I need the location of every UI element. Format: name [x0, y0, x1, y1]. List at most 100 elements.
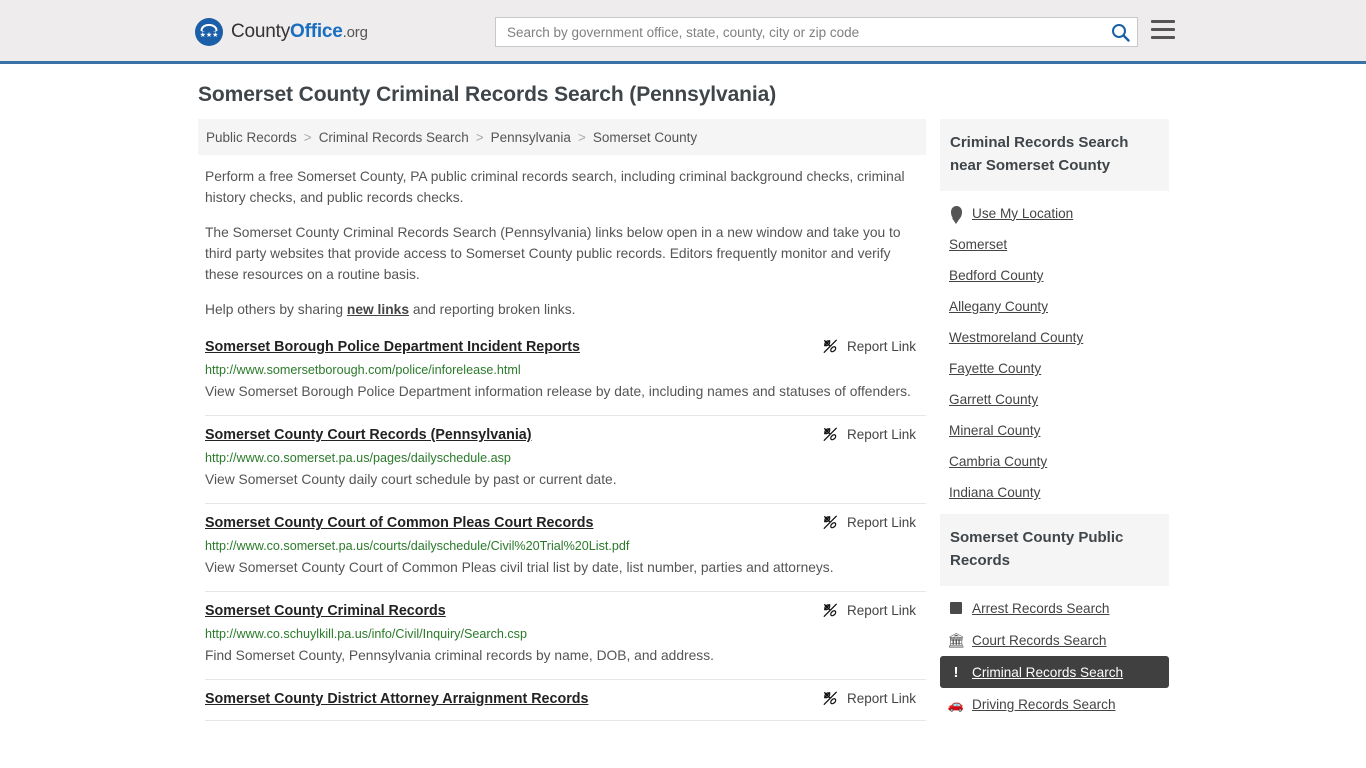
search-input[interactable]: [505, 19, 1103, 45]
logo-stars: ★★★: [199, 32, 219, 39]
result-header: Somerset Borough Police Department Incid…: [205, 338, 926, 356]
result-item: Somerset Borough Police Department Incid…: [205, 334, 926, 416]
sidebar-nearby-item-label[interactable]: Cambria County: [949, 454, 1047, 469]
sidebar-nearby-section: Criminal Records Search near Somerset Co…: [940, 119, 1169, 508]
result-description: View Somerset Borough Police Department …: [205, 384, 911, 399]
sidebar-record-item[interactable]: ! Criminal Records Search: [940, 656, 1169, 688]
sidebar-nearby-item-label[interactable]: Use My Location: [972, 206, 1073, 221]
sidebar-nearby-item-label[interactable]: Bedford County: [949, 268, 1043, 283]
site-header: ★★★ CountyOffice.org: [0, 0, 1366, 64]
broken-link-icon: [823, 691, 837, 705]
report-link-label: Report Link: [846, 691, 916, 706]
report-link-button[interactable]: Report Link: [822, 690, 926, 707]
sidebar-nearby-item[interactable]: Bedford County: [940, 260, 1169, 291]
sidebar-public-records-heading: Somerset County Public Records: [940, 514, 1169, 586]
result-header: Somerset County District Attorney Arraig…: [205, 690, 926, 708]
report-link-button[interactable]: Report Link: [822, 602, 926, 619]
new-links-link[interactable]: new links: [347, 302, 409, 317]
sidebar-nearby-item-label[interactable]: Allegany County: [949, 299, 1048, 314]
breadcrumb-separator: >: [303, 129, 312, 145]
sidebar-nearby-item-label[interactable]: Westmoreland County: [949, 330, 1083, 345]
report-link-label: Report Link: [846, 603, 916, 618]
search-button[interactable]: [1103, 18, 1137, 46]
sidebar-nearby-item[interactable]: Cambria County: [940, 446, 1169, 477]
sidebar-nearby-item-label[interactable]: Somerset: [949, 237, 1007, 252]
breadcrumb-item[interactable]: Somerset County: [593, 130, 697, 145]
result-item: Somerset County Criminal Records Report L…: [205, 592, 926, 680]
result-item: Somerset County Court Records (Pennsylva…: [205, 416, 926, 504]
sidebar-nearby-item[interactable]: Fayette County: [940, 353, 1169, 384]
sidebar-nearby-item[interactable]: Use My Location: [940, 197, 1169, 229]
sidebar: Criminal Records Search near Somerset Co…: [940, 119, 1169, 726]
results-list: Somerset Borough Police Department Incid…: [198, 334, 926, 721]
breadcrumb-item[interactable]: Criminal Records Search: [319, 130, 469, 145]
broken-link-icon: [823, 427, 837, 441]
result-item: Somerset County District Attorney Arraig…: [205, 680, 926, 721]
report-link-button[interactable]: Report Link: [822, 426, 926, 443]
breadcrumb-item[interactable]: Pennsylvania: [491, 130, 571, 145]
result-title-link[interactable]: Somerset Borough Police Department Incid…: [205, 338, 580, 356]
brand-text-org: .org: [342, 24, 368, 41]
intro-text: Perform a free Somerset County, PA publi…: [198, 166, 926, 320]
sidebar-public-records-section: Somerset County Public Records Arrest Re…: [940, 514, 1169, 720]
sidebar-public-records-list: Arrest Records Search 🏛 Court Records Sear…: [940, 586, 1169, 720]
result-url: http://www.co.somerset.pa.us/courts/dail…: [205, 539, 630, 553]
page-title: Somerset County Criminal Records Search …: [198, 83, 777, 106]
sidebar-nearby-item[interactable]: Westmoreland County: [940, 322, 1169, 353]
car-icon: 🚗: [947, 696, 965, 712]
result-item: Somerset County Court of Common Pleas Co…: [205, 504, 926, 592]
report-link-label: Report Link: [846, 427, 916, 442]
sidebar-record-item[interactable]: 🚗 Driving Records Search: [940, 688, 1169, 720]
intro-paragraph-2: The Somerset County Criminal Records Sea…: [205, 225, 901, 282]
broken-link-icon: [823, 515, 837, 529]
result-title-link[interactable]: Somerset County Court Records (Pennsylva…: [205, 426, 532, 444]
main-content: Public Records > Criminal Records Search > P…: [198, 119, 926, 721]
intro-p3-after: and reporting broken links.: [409, 302, 576, 317]
brand-text-county: County: [231, 21, 291, 42]
site-logo[interactable]: ★★★ CountyOffice.org: [195, 18, 368, 46]
exclamation-icon: !: [953, 663, 959, 681]
sidebar-nearby-item[interactable]: Allegany County: [940, 291, 1169, 322]
brand-text-office: Office: [290, 21, 343, 42]
eagle-seal-icon: ★★★: [195, 18, 223, 46]
map-pin-icon: [949, 205, 963, 221]
report-link-button[interactable]: Report Link: [822, 338, 926, 355]
sidebar-nearby-item-label[interactable]: Fayette County: [949, 361, 1041, 376]
sidebar-nearby-item[interactable]: Indiana County: [940, 477, 1169, 508]
intro-paragraph-3: Help others by sharing new links and rep…: [205, 299, 926, 320]
result-header: Somerset County Criminal Records Report L…: [205, 602, 926, 620]
sidebar-nearby-item[interactable]: Garrett County: [940, 384, 1169, 415]
result-title-link[interactable]: Somerset County District Attorney Arraig…: [205, 690, 588, 708]
sidebar-nearby-item[interactable]: Mineral County: [940, 415, 1169, 446]
breadcrumb: Public Records > Criminal Records Search > P…: [198, 119, 926, 155]
sidebar-nearby-item[interactable]: Somerset: [940, 229, 1169, 260]
sidebar-nearby-item-label[interactable]: Mineral County: [949, 423, 1040, 438]
sidebar-record-item-label[interactable]: Driving Records Search: [972, 697, 1116, 712]
sidebar-record-item-label[interactable]: Arrest Records Search: [972, 601, 1110, 616]
result-header: Somerset County Court of Common Pleas Co…: [205, 514, 926, 532]
sidebar-nearby-list: Use My Location Somerset Bedford County All…: [940, 191, 1169, 508]
breadcrumb-separator: >: [475, 129, 484, 145]
search-icon: [1111, 23, 1130, 42]
sidebar-record-item[interactable]: Arrest Records Search: [940, 592, 1169, 624]
result-header: Somerset County Court Records (Pennsylva…: [205, 426, 926, 444]
report-link-button[interactable]: Report Link: [822, 514, 926, 531]
sidebar-record-item-label[interactable]: Criminal Records Search: [972, 665, 1123, 680]
sidebar-nearby-item-label[interactable]: Indiana County: [949, 485, 1040, 500]
result-title-link[interactable]: Somerset County Criminal Records: [205, 602, 446, 620]
sidebar-nearby-item-label[interactable]: Garrett County: [949, 392, 1038, 407]
result-url: http://www.co.schuylkill.pa.us/info/Civi…: [205, 627, 527, 641]
sidebar-record-item-label[interactable]: Court Records Search: [972, 633, 1106, 648]
search-bar[interactable]: [495, 17, 1138, 47]
sidebar-record-item[interactable]: 🏛 Court Records Search: [940, 624, 1169, 656]
hamburger-menu-icon[interactable]: [1151, 20, 1175, 39]
brand-text: CountyOffice.org: [231, 21, 368, 43]
result-url: http://www.somersetborough.com/police/in…: [205, 363, 521, 377]
report-link-label: Report Link: [846, 339, 916, 354]
fingerprint-square-icon: [949, 600, 963, 616]
result-description: View Somerset County Court of Common Ple…: [205, 560, 834, 575]
broken-link-icon: [823, 339, 837, 353]
report-link-label: Report Link: [846, 515, 916, 530]
result-title-link[interactable]: Somerset County Court of Common Pleas Co…: [205, 514, 593, 532]
breadcrumb-item[interactable]: Public Records: [206, 130, 297, 145]
